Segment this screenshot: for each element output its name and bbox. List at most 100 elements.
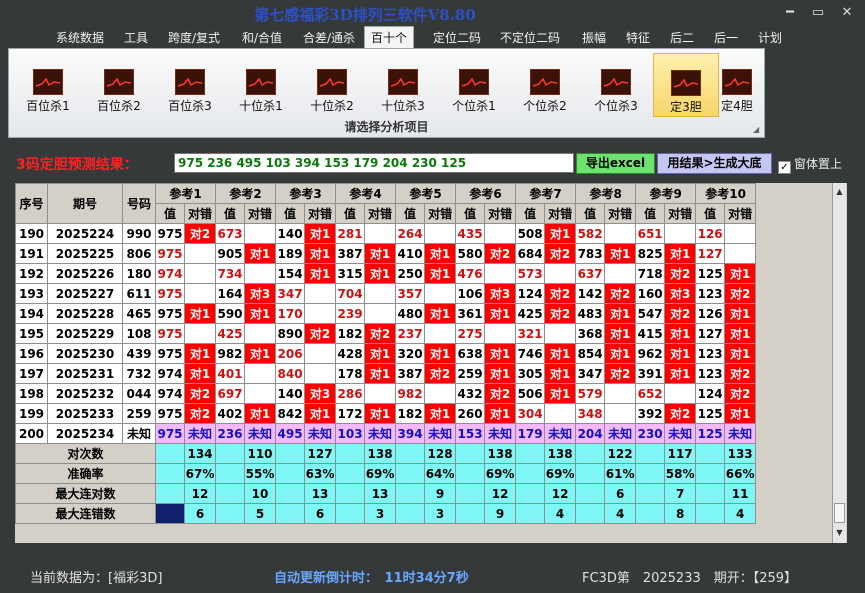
cell-number[interactable]: 044 [122, 383, 156, 404]
scroll-up-icon[interactable]: ▲ [834, 185, 845, 199]
cell-check[interactable]: 对1 [544, 383, 577, 404]
cell-seq[interactable]: 200 [15, 423, 48, 444]
cell-value[interactable]: 189 [275, 243, 306, 264]
cell-check[interactable] [664, 223, 697, 244]
cell-check[interactable] [604, 383, 637, 404]
cell-value[interactable]: 982 [215, 343, 246, 364]
cell-check[interactable]: 对1 [604, 323, 637, 344]
cell-value[interactable]: 652 [635, 383, 666, 404]
cell-check[interactable] [544, 323, 577, 344]
cell-value[interactable]: 103 [335, 423, 366, 444]
menu-item-6[interactable]: 定位二码 [433, 29, 481, 46]
cell-value[interactable]: 124 [515, 283, 546, 304]
cell-value[interactable]: 637 [575, 263, 606, 284]
cell-value[interactable]: 125 [695, 403, 726, 424]
cell-value[interactable]: 172 [335, 403, 366, 424]
cell-value[interactable]: 506 [515, 383, 546, 404]
cell-value[interactable]: 746 [515, 343, 546, 364]
cell-check[interactable]: 对2 [664, 303, 697, 324]
cell-check[interactable] [183, 263, 217, 284]
scroll-down-icon[interactable]: ▼ [834, 526, 845, 540]
cell-check[interactable]: 对1 [604, 303, 637, 324]
cell-check[interactable]: 未知 [484, 423, 517, 444]
cell-check[interactable]: 对1 [484, 363, 517, 384]
cell-value[interactable]: 125 [695, 263, 726, 284]
cell-value[interactable]: 357 [395, 283, 426, 304]
cell-check[interactable]: 对1 [424, 263, 457, 284]
ribbon-button-0[interactable]: 百位杀1 [15, 53, 81, 117]
cell-number[interactable]: 990 [122, 223, 156, 244]
cell-seq[interactable]: 190 [15, 223, 48, 244]
cell-value[interactable]: 260 [455, 403, 486, 424]
table-row[interactable]: 197 2025231 732 974 对1 401 840 178 对1 387 对2 259 对1 3… [15, 363, 757, 384]
cell-period[interactable]: 2025234 [47, 423, 123, 444]
cell-value[interactable]: 547 [635, 303, 666, 324]
cell-value[interactable]: 580 [455, 243, 486, 264]
cell-value[interactable]: 106 [455, 283, 486, 304]
cell-value[interactable]: 573 [515, 263, 546, 284]
cell-seq[interactable]: 194 [15, 303, 48, 324]
cell-check[interactable]: 对1 [664, 343, 697, 364]
cell-value[interactable]: 975 [155, 243, 185, 264]
cell-check[interactable]: 对1 [183, 303, 217, 324]
cell-value[interactable]: 480 [395, 303, 426, 324]
cell-check[interactable]: 未知 [604, 423, 637, 444]
cell-check[interactable] [424, 383, 457, 404]
cell-value[interactable]: 590 [215, 303, 246, 324]
cell-check[interactable]: 未知 [664, 423, 697, 444]
menu-item-2[interactable]: 跨度/复式 [168, 29, 220, 46]
menu-item-10[interactable]: 后二 [670, 29, 694, 46]
cell-check[interactable]: 对2 [424, 363, 457, 384]
table-row[interactable]: 191 2025225 806 975 905 对1 189 对1 387 对1 410 对1 580 对… [15, 243, 757, 264]
cell-check[interactable]: 对2 [664, 263, 697, 284]
table-row[interactable]: 200 2025234 未知 975 未知 236 未知 495 未知 103 未知 394 未知 153… [15, 423, 757, 444]
cell-check[interactable]: 对1 [304, 223, 337, 244]
cell-check[interactable]: 对1 [304, 243, 337, 264]
cell-period[interactable]: 2025226 [47, 263, 123, 284]
cell-check[interactable]: 对1 [364, 403, 397, 424]
cell-seq[interactable]: 195 [15, 323, 48, 344]
cell-value[interactable]: 684 [515, 243, 546, 264]
cell-check[interactable]: 对1 [604, 243, 637, 264]
cell-period[interactable]: 2025224 [47, 223, 123, 244]
cell-check[interactable] [304, 363, 337, 384]
table-row[interactable]: 195 2025229 108 975 425 890 对2 182 对2 237 275 321 36… [15, 323, 757, 344]
vertical-scrollbar[interactable]: ▲ ▼ [832, 183, 846, 543]
cell-value[interactable]: 305 [515, 363, 546, 384]
cell-value[interactable]: 250 [395, 263, 426, 284]
cell-number[interactable]: 108 [122, 323, 156, 344]
cell-value[interactable]: 182 [395, 403, 426, 424]
cell-check[interactable] [544, 403, 577, 424]
cell-check[interactable]: 对2 [724, 283, 757, 304]
cell-check[interactable]: 对1 [724, 263, 757, 284]
cell-check[interactable]: 未知 [244, 423, 277, 444]
cell-check[interactable] [304, 283, 337, 304]
cell-value[interactable]: 734 [215, 263, 246, 284]
cell-value[interactable]: 170 [275, 303, 306, 324]
cell-value[interactable]: 840 [275, 363, 306, 384]
cell-value[interactable]: 428 [335, 343, 366, 364]
table-row[interactable]: 198 2025232 044 974 对2 697 140 对3 286 982 432 对2 506… [15, 383, 757, 404]
table-row[interactable]: 190 2025224 990 975 对2 673 140 对1 281 264 435 508 对1… [15, 223, 757, 244]
cell-period[interactable]: 2025227 [47, 283, 123, 304]
cell-value[interactable]: 164 [215, 283, 246, 304]
cell-value[interactable]: 126 [695, 303, 726, 324]
header-ref[interactable]: 参考10 [695, 183, 757, 204]
cell-check[interactable] [304, 303, 337, 324]
cell-check[interactable]: 对1 [244, 403, 277, 424]
cell-value[interactable]: 361 [455, 303, 486, 324]
cell-check[interactable]: 对2 [544, 283, 577, 304]
cell-check[interactable]: 对1 [364, 363, 397, 384]
menu-item-7[interactable]: 不定位二码 [500, 29, 560, 46]
cell-value[interactable]: 579 [575, 383, 606, 404]
cell-value[interactable]: 890 [275, 323, 306, 344]
cell-check[interactable]: 对2 [364, 323, 397, 344]
cell-value[interactable]: 321 [515, 323, 546, 344]
cell-check[interactable]: 对1 [664, 363, 697, 384]
export-excel-button[interactable]: 导出excel [576, 153, 655, 174]
cell-check[interactable]: 对3 [484, 283, 517, 304]
cell-check[interactable]: 对1 [544, 223, 577, 244]
cell-value[interactable]: 982 [395, 383, 426, 404]
cell-seq[interactable]: 192 [15, 263, 48, 284]
cell-check[interactable]: 对1 [424, 243, 457, 264]
